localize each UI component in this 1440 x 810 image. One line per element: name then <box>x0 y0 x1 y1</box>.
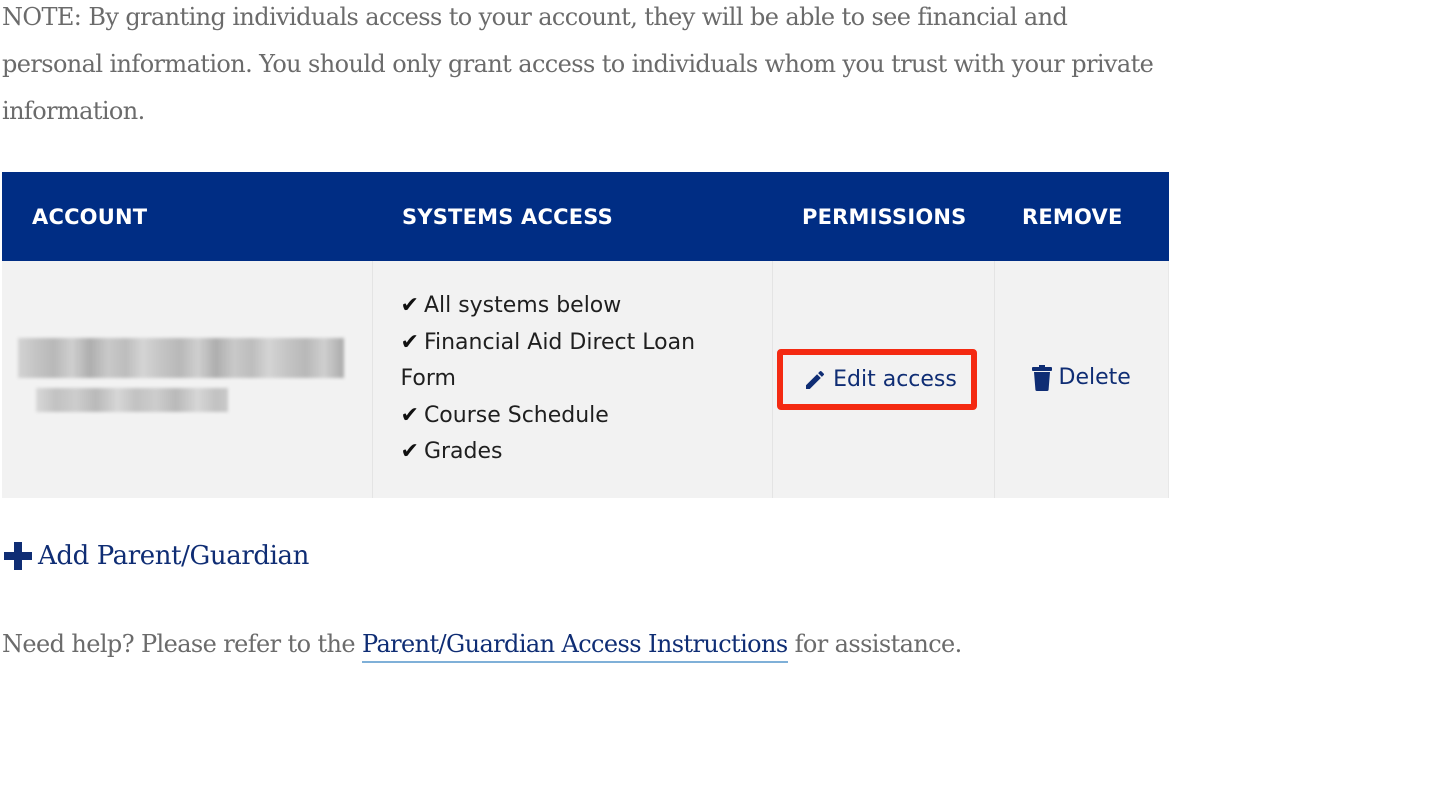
systems-access-cell: ✔ All systems below ✔ Financial Aid Direct… <box>372 261 773 498</box>
plus-icon <box>2 540 34 572</box>
add-parent-guardian-link[interactable]: Add Parent/Guardian <box>2 540 309 572</box>
list-item: ✔ All systems below <box>401 288 731 325</box>
help-prefix: Need help? Please refer to the <box>2 630 362 658</box>
pencil-icon <box>803 368 827 392</box>
list-item: ✔ Financial Aid Direct Loan Form <box>401 325 731 398</box>
check-icon: ✔ <box>400 329 419 355</box>
table-row: ✔ All systems below ✔ Financial Aid Direct… <box>2 261 1169 498</box>
account-cell <box>2 261 373 498</box>
trash-icon <box>1031 364 1053 391</box>
edit-access-label: Edit access <box>833 367 957 392</box>
system-label: Course Schedule <box>423 402 609 428</box>
header-systems-access: SYSTEMS ACCESS <box>402 204 613 229</box>
redacted-account-name <box>18 337 344 422</box>
remove-cell: Delete <box>994 261 1169 498</box>
systems-list: ✔ All systems below ✔ Financial Aid Direct… <box>373 288 731 471</box>
help-suffix: for assistance. <box>787 630 963 658</box>
list-item: ✔ Course Schedule <box>401 398 731 435</box>
table-header-row: ACCOUNT SYSTEMS ACCESS PERMISSIONS REMOV… <box>2 172 1169 261</box>
header-permissions: PERMISSIONS <box>802 204 967 229</box>
system-label: All systems below <box>423 293 622 319</box>
edit-access-button[interactable]: Edit access <box>777 349 977 410</box>
permissions-cell: Edit access <box>772 261 995 498</box>
delete-button[interactable]: Delete <box>1031 364 1131 391</box>
access-warning-note: NOTE: By granting individuals access to … <box>2 3 1154 125</box>
check-icon: ✔ <box>400 293 419 319</box>
system-label: Financial Aid Direct Loan Form <box>400 329 696 392</box>
check-icon: ✔ <box>400 439 419 465</box>
header-account: ACCOUNT <box>32 204 148 229</box>
list-item: ✔ Grades <box>401 434 731 471</box>
system-label: Grades <box>423 439 503 465</box>
access-table: ACCOUNT SYSTEMS ACCESS PERMISSIONS REMOV… <box>2 172 1169 498</box>
add-parent-guardian-label: Add Parent/Guardian <box>38 541 309 571</box>
delete-label: Delete <box>1058 365 1131 390</box>
header-remove: REMOVE <box>1022 204 1123 229</box>
access-instructions-link[interactable]: Parent/Guardian Access Instructions <box>362 630 788 663</box>
help-text: Need help? Please refer to the Parent/Gu… <box>2 630 963 663</box>
check-icon: ✔ <box>400 402 419 428</box>
